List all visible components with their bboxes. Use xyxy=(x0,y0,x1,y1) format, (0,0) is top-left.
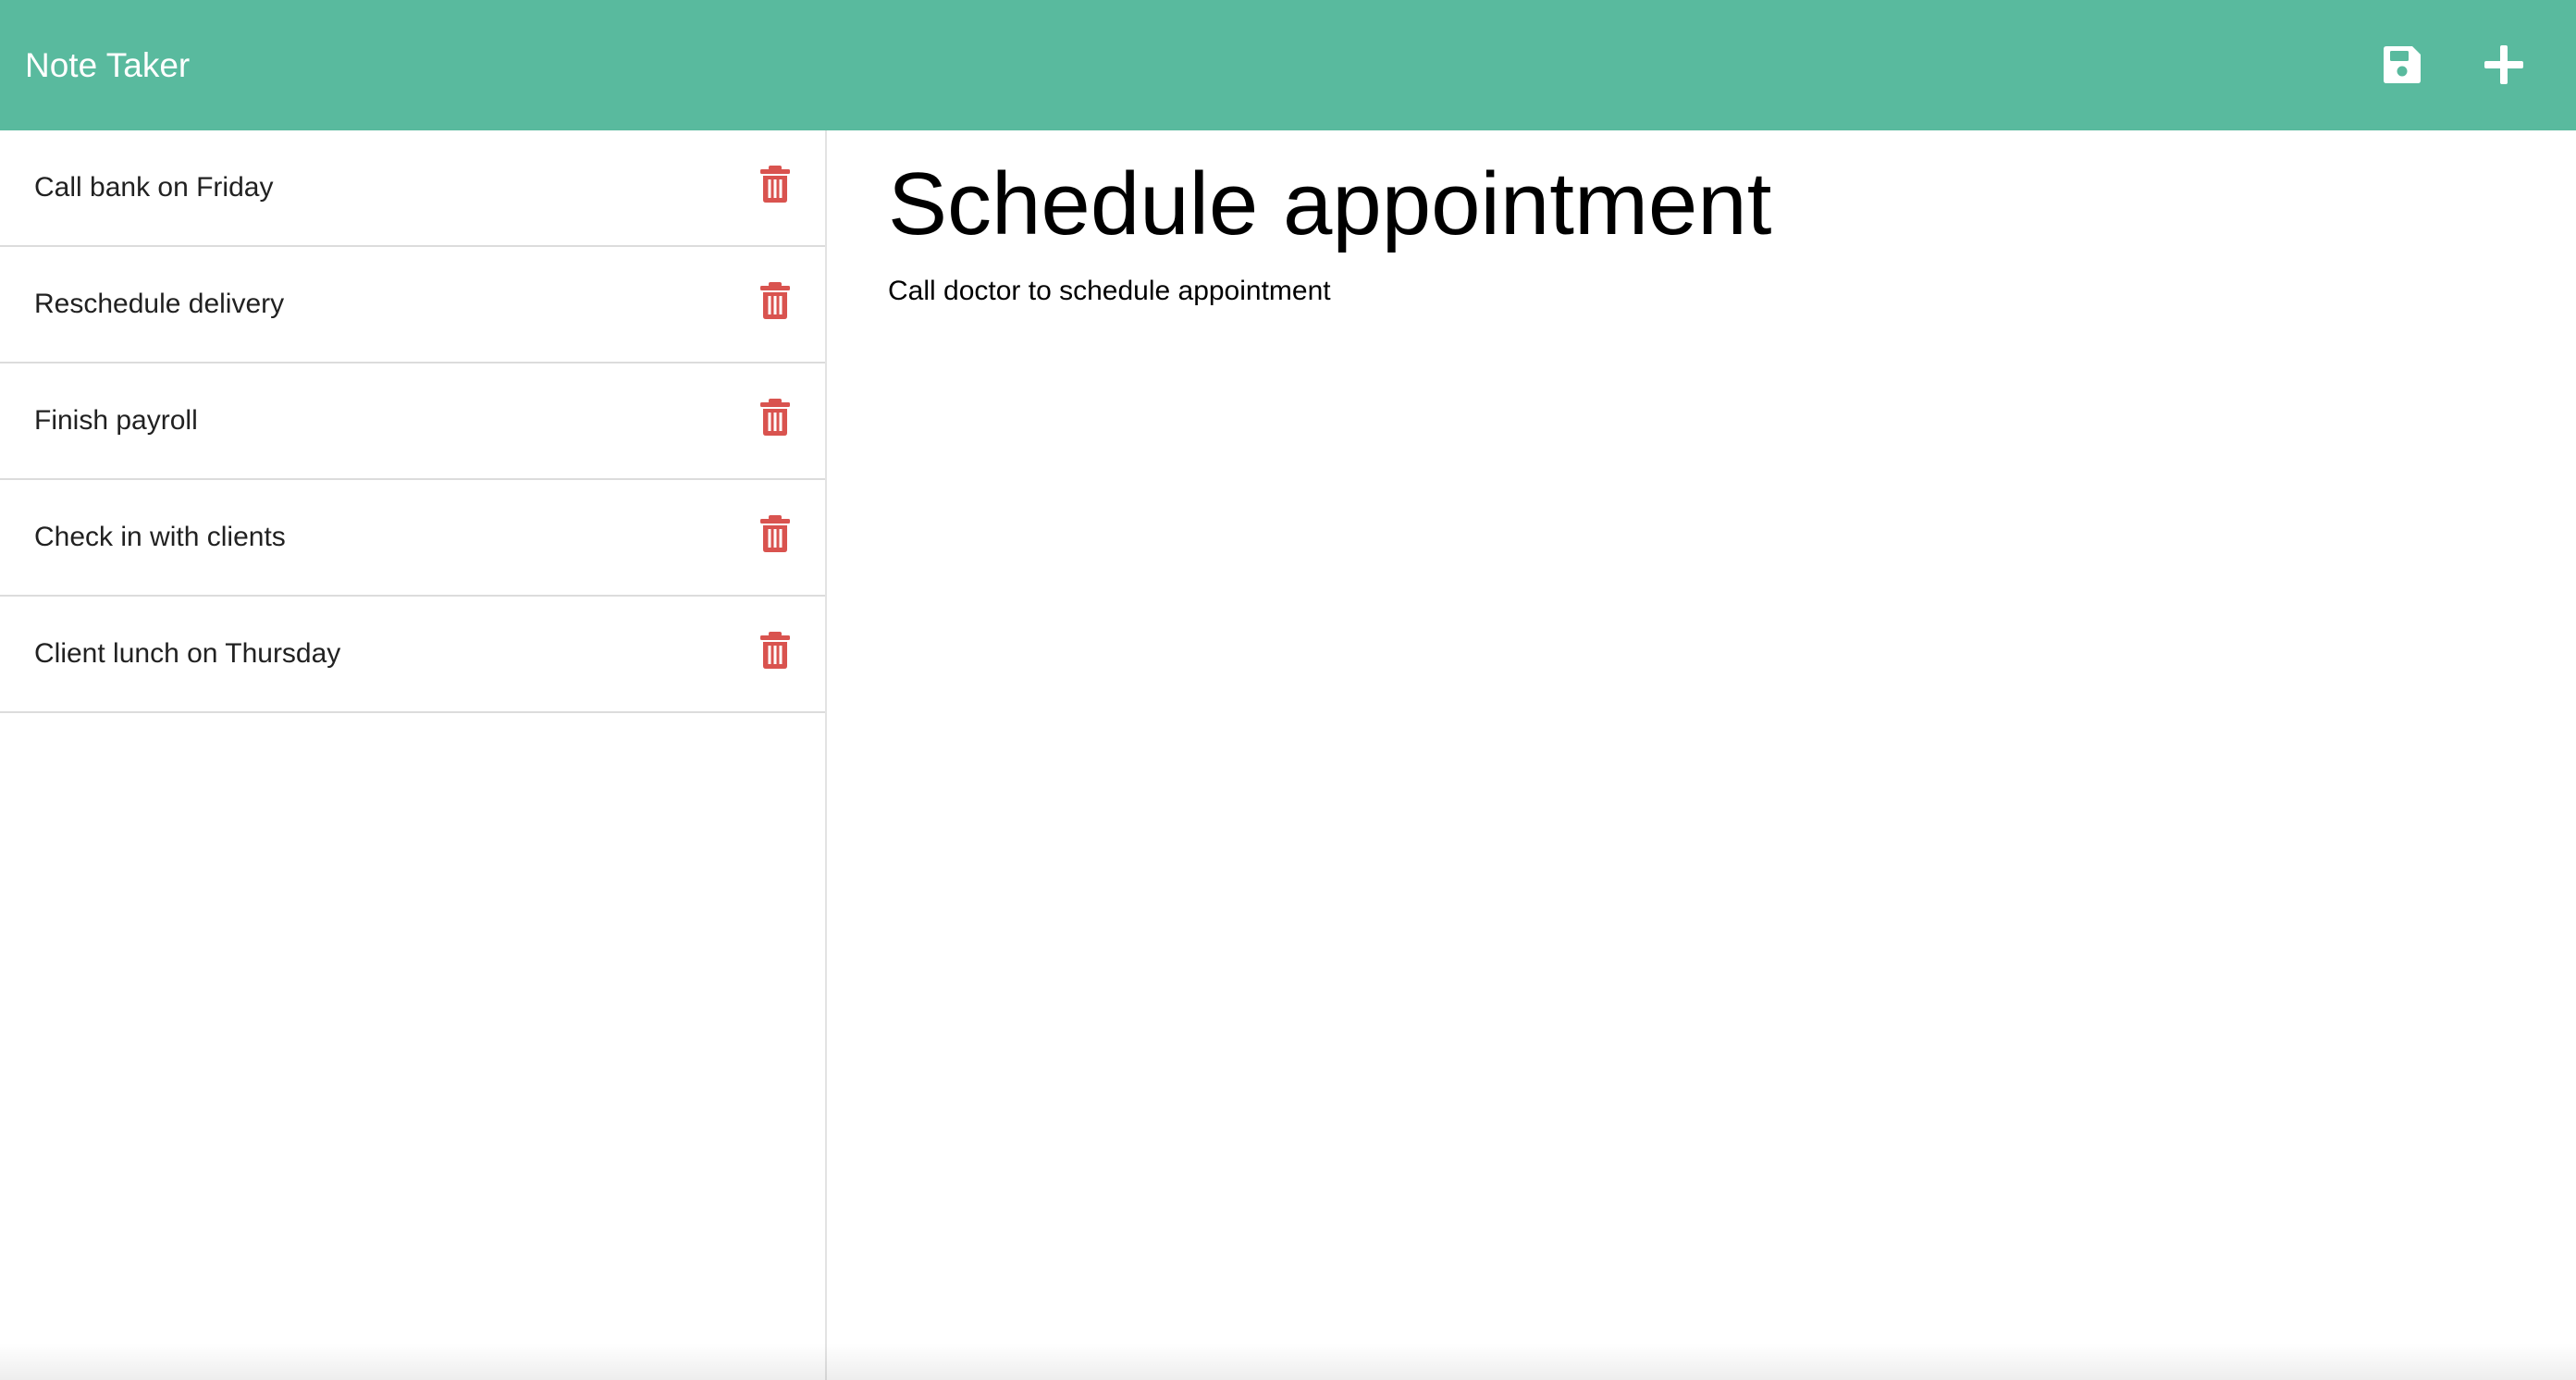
list-item[interactable]: Call bank on Friday xyxy=(0,130,825,247)
delete-note-button[interactable] xyxy=(757,513,794,554)
note-title-display[interactable]: Schedule appointment xyxy=(888,151,1771,257)
note-title: Client lunch on Thursday xyxy=(34,638,341,669)
delete-note-button[interactable] xyxy=(757,630,794,671)
delete-note-button[interactable] xyxy=(757,280,794,321)
note-text-display[interactable]: Call doctor to schedule appointment xyxy=(888,276,1331,307)
note-title: Reschedule delivery xyxy=(34,289,285,319)
save-note-button[interactable] xyxy=(2373,35,2432,94)
trash-icon xyxy=(760,515,790,552)
list-item[interactable]: Reschedule delivery xyxy=(0,247,825,363)
note-editor: Schedule appointment Call doctor to sche… xyxy=(829,130,2576,1380)
list-item[interactable]: Finish payroll xyxy=(0,363,825,480)
trash-icon xyxy=(760,166,790,203)
list-item[interactable]: Client lunch on Thursday xyxy=(0,597,825,713)
note-title: Finish payroll xyxy=(34,405,198,436)
navbar: Note Taker xyxy=(0,0,2576,130)
new-note-button[interactable] xyxy=(2474,35,2533,94)
plus-icon xyxy=(2484,45,2523,84)
delete-note-button[interactable] xyxy=(757,397,794,437)
note-title: Call bank on Friday xyxy=(34,172,274,203)
delete-note-button[interactable] xyxy=(757,164,794,204)
note-list: Call bank on Friday Reschedule delivery xyxy=(0,130,825,713)
trash-icon xyxy=(760,632,790,669)
trash-icon xyxy=(760,399,790,436)
floppy-disk-icon xyxy=(2384,46,2421,83)
brand-link[interactable]: Note Taker xyxy=(25,0,190,130)
trash-icon xyxy=(760,282,790,319)
list-item[interactable]: Check in with clients xyxy=(0,480,825,597)
note-title: Check in with clients xyxy=(34,522,286,552)
note-list-sidebar: Call bank on Friday Reschedule delivery xyxy=(0,130,827,1380)
